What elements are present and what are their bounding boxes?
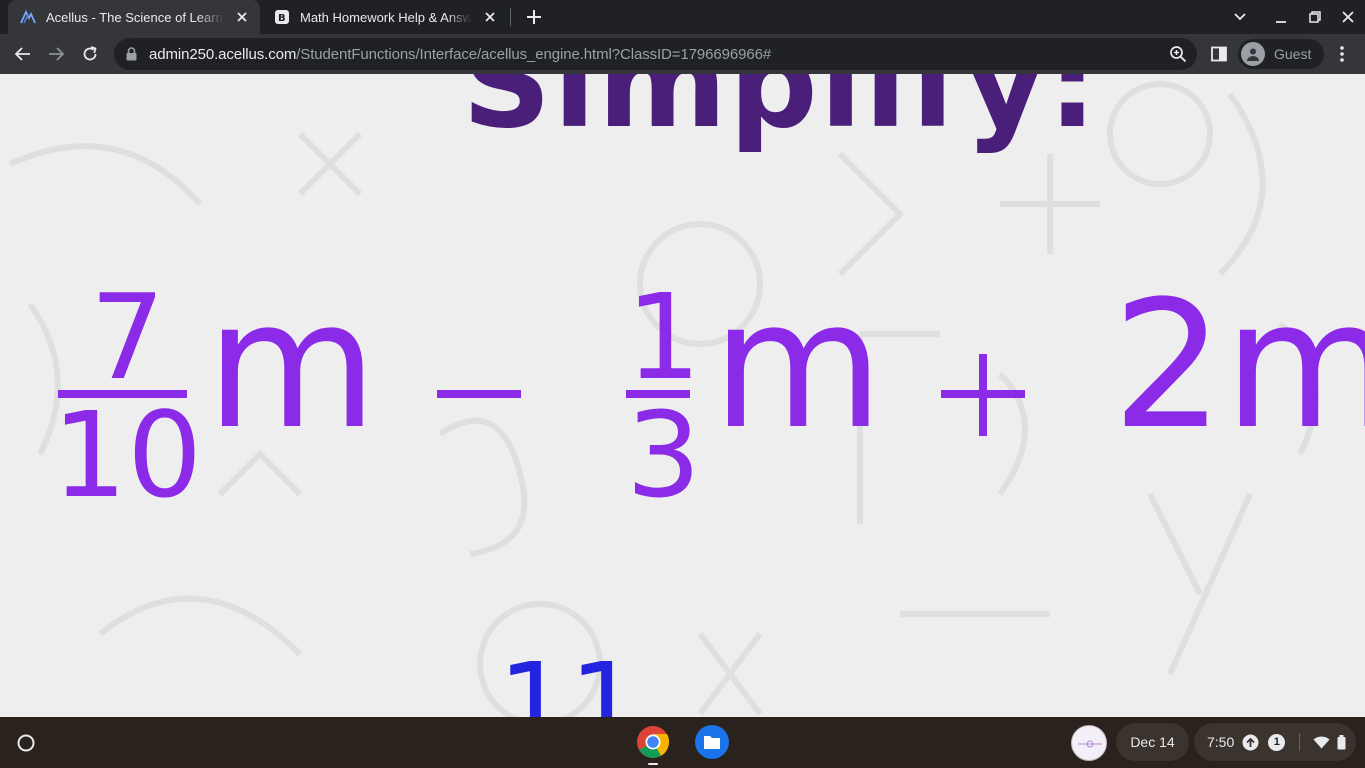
lesson-video-frame: Simplify: 7 10 m 1 3 m 2m 11 — [0, 74, 1365, 717]
menu-button[interactable] — [1329, 41, 1355, 67]
status-tray[interactable]: 7:50 1 — [1194, 723, 1356, 761]
chevron-down-icon — [1234, 13, 1246, 21]
url-text: admin250.acellus.com/StudentFunctions/In… — [149, 46, 771, 63]
plus-operator-vertical — [979, 354, 987, 436]
screen-capture-thumbnail[interactable] — [1071, 725, 1107, 761]
tab-search-button[interactable] — [1228, 5, 1252, 29]
fraction-2-denominator: 3 — [626, 386, 702, 524]
side-panel-icon — [1211, 46, 1227, 62]
restore-icon — [1309, 11, 1321, 23]
answer-preview: 11 — [498, 640, 641, 717]
arrow-right-icon — [49, 47, 64, 61]
term-1-variable: m — [206, 263, 378, 468]
launcher-icon — [17, 734, 34, 751]
address-bar[interactable]: admin250.acellus.com/StudentFunctions/In… — [114, 38, 1197, 70]
files-icon[interactable] — [695, 725, 729, 759]
minimize-button[interactable] — [1269, 5, 1293, 29]
lock-icon[interactable] — [126, 47, 140, 61]
minus-operator — [437, 390, 521, 398]
wifi-icon — [1313, 735, 1330, 749]
profile-button[interactable]: Guest — [1238, 39, 1324, 69]
clock-text: 7:50 — [1207, 734, 1235, 750]
system-shelf: Dec 14 7:50 1 — [0, 717, 1365, 768]
browser-toolbar: admin250.acellus.com/StudentFunctions/In… — [0, 34, 1365, 74]
reload-button[interactable] — [77, 41, 103, 67]
profile-name: Guest — [1274, 46, 1312, 62]
guest-avatar-icon — [1241, 42, 1265, 66]
launcher-button[interactable] — [12, 729, 39, 756]
more-vert-icon — [1340, 46, 1344, 62]
tab-acellus[interactable]: Acellus - The Science of Learning — [8, 0, 260, 34]
close-window-button[interactable] — [1336, 5, 1360, 29]
reload-icon — [83, 46, 97, 61]
acellus-logo-icon — [20, 9, 36, 25]
restore-button[interactable] — [1303, 5, 1327, 29]
side-panel-button[interactable] — [1206, 41, 1232, 67]
fraction-1-denominator: 10 — [52, 386, 203, 524]
close-tab-icon[interactable] — [232, 7, 252, 27]
tab-separator — [510, 8, 511, 26]
forward-button[interactable] — [43, 41, 69, 67]
lesson-heading: Simplify: — [462, 74, 1100, 156]
date-text: Dec 14 — [1130, 734, 1175, 750]
close-icon — [1342, 11, 1354, 23]
url-path: /StudentFunctions/Interface/acellus_engi… — [296, 45, 772, 63]
back-button[interactable] — [10, 41, 36, 67]
close-tab-icon[interactable] — [480, 7, 500, 27]
term-3: 2m — [1112, 263, 1365, 468]
url-host: admin250.acellus.com — [149, 45, 297, 63]
chrome-icon[interactable] — [636, 725, 670, 759]
notification-badge: 1 — [1268, 733, 1286, 751]
tab-title: Math Homework Help & Answers — [300, 9, 472, 25]
fraction-2-numerator: 1 — [626, 268, 702, 406]
active-app-indicator — [648, 763, 658, 765]
term-2-variable: m — [712, 263, 884, 468]
tray-divider — [1299, 733, 1301, 751]
battery-icon — [1337, 734, 1346, 750]
brainly-logo-icon: B — [274, 9, 290, 25]
svg-text:B: B — [278, 13, 286, 24]
plus-icon — [527, 10, 541, 24]
tab-title: Acellus - The Science of Learning — [46, 9, 224, 25]
fraction-1-numerator: 7 — [90, 268, 166, 406]
zoom-icon[interactable] — [1169, 45, 1187, 63]
upload-icon — [1242, 734, 1259, 751]
new-tab-button[interactable] — [522, 5, 546, 29]
date-pill[interactable]: Dec 14 — [1116, 723, 1189, 761]
arrow-left-icon — [15, 47, 30, 61]
minimize-icon — [1276, 21, 1286, 23]
tab-brainly[interactable]: B Math Homework Help & Answers — [262, 0, 508, 34]
tab-strip: Acellus - The Science of Learning B Math… — [0, 0, 1365, 34]
